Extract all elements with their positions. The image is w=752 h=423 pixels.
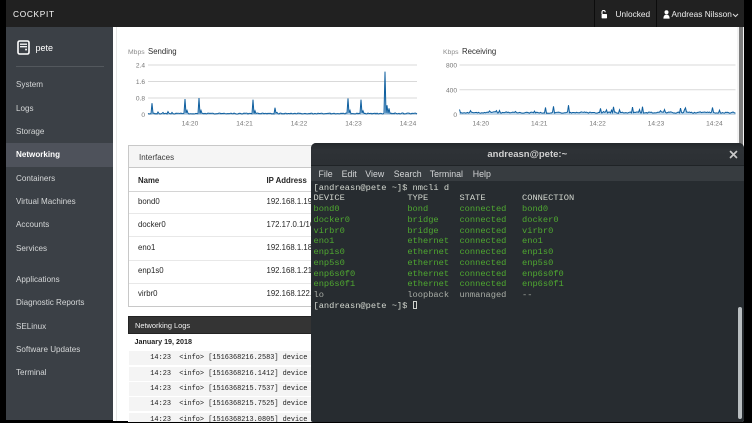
svg-text:14:21: 14:21 (531, 121, 548, 128)
svg-text:0: 0 (141, 112, 145, 119)
svg-text:0.8: 0.8 (136, 96, 145, 103)
svg-text:14:22: 14:22 (589, 121, 606, 128)
svg-text:14:20: 14:20 (182, 121, 199, 128)
svg-text:14:23: 14:23 (648, 121, 665, 128)
svg-text:14:20: 14:20 (473, 121, 490, 128)
svg-text:800: 800 (446, 63, 457, 70)
svg-text:0: 0 (453, 112, 457, 119)
svg-text:14:23: 14:23 (345, 121, 362, 128)
svg-text:2.4: 2.4 (136, 63, 145, 70)
svg-text:14:24: 14:24 (400, 121, 417, 128)
svg-text:14:21: 14:21 (236, 121, 253, 128)
svg-text:400: 400 (446, 87, 457, 94)
svg-text:1.6: 1.6 (136, 79, 145, 86)
svg-text:14:24: 14:24 (706, 121, 723, 128)
svg-text:14:22: 14:22 (291, 121, 308, 128)
